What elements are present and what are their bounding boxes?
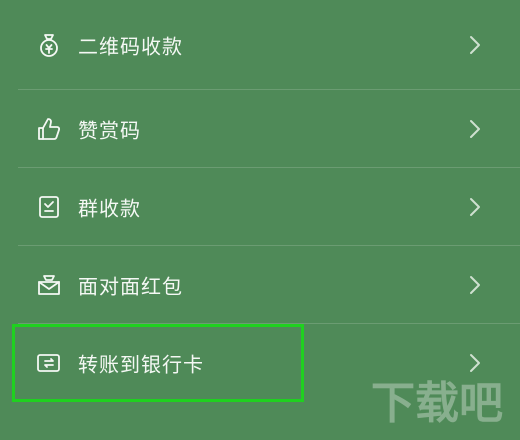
bank-card-transfer-icon [36, 350, 62, 376]
money-bag-icon [36, 32, 62, 58]
chevron-right-icon [468, 118, 482, 140]
payment-menu: 二维码收款 赞赏码 群收款 面对面红包 转账到银行卡 [0, 0, 520, 402]
chevron-right-icon [468, 196, 482, 218]
chevron-right-icon [468, 352, 482, 374]
menu-item-label: 面对面红包 [78, 274, 183, 299]
thumbs-up-icon [36, 116, 62, 142]
menu-item-group-collect[interactable]: 群收款 [0, 168, 520, 246]
menu-item-label: 二维码收款 [78, 34, 183, 59]
menu-item-label: 赞赏码 [78, 118, 141, 143]
menu-item-face-to-face-red-packet[interactable]: 面对面红包 [0, 246, 520, 324]
group-bill-icon [36, 194, 62, 220]
chevron-right-icon [468, 274, 482, 296]
chevron-right-icon [468, 34, 482, 56]
menu-item-transfer-to-bank-card[interactable]: 转账到银行卡 [0, 324, 520, 402]
menu-item-label: 群收款 [78, 196, 141, 221]
menu-item-label: 转账到银行卡 [78, 352, 204, 377]
menu-item-qr-receive[interactable]: 二维码收款 [0, 0, 520, 90]
red-packet-icon [36, 272, 62, 298]
menu-item-reward-code[interactable]: 赞赏码 [0, 90, 520, 168]
